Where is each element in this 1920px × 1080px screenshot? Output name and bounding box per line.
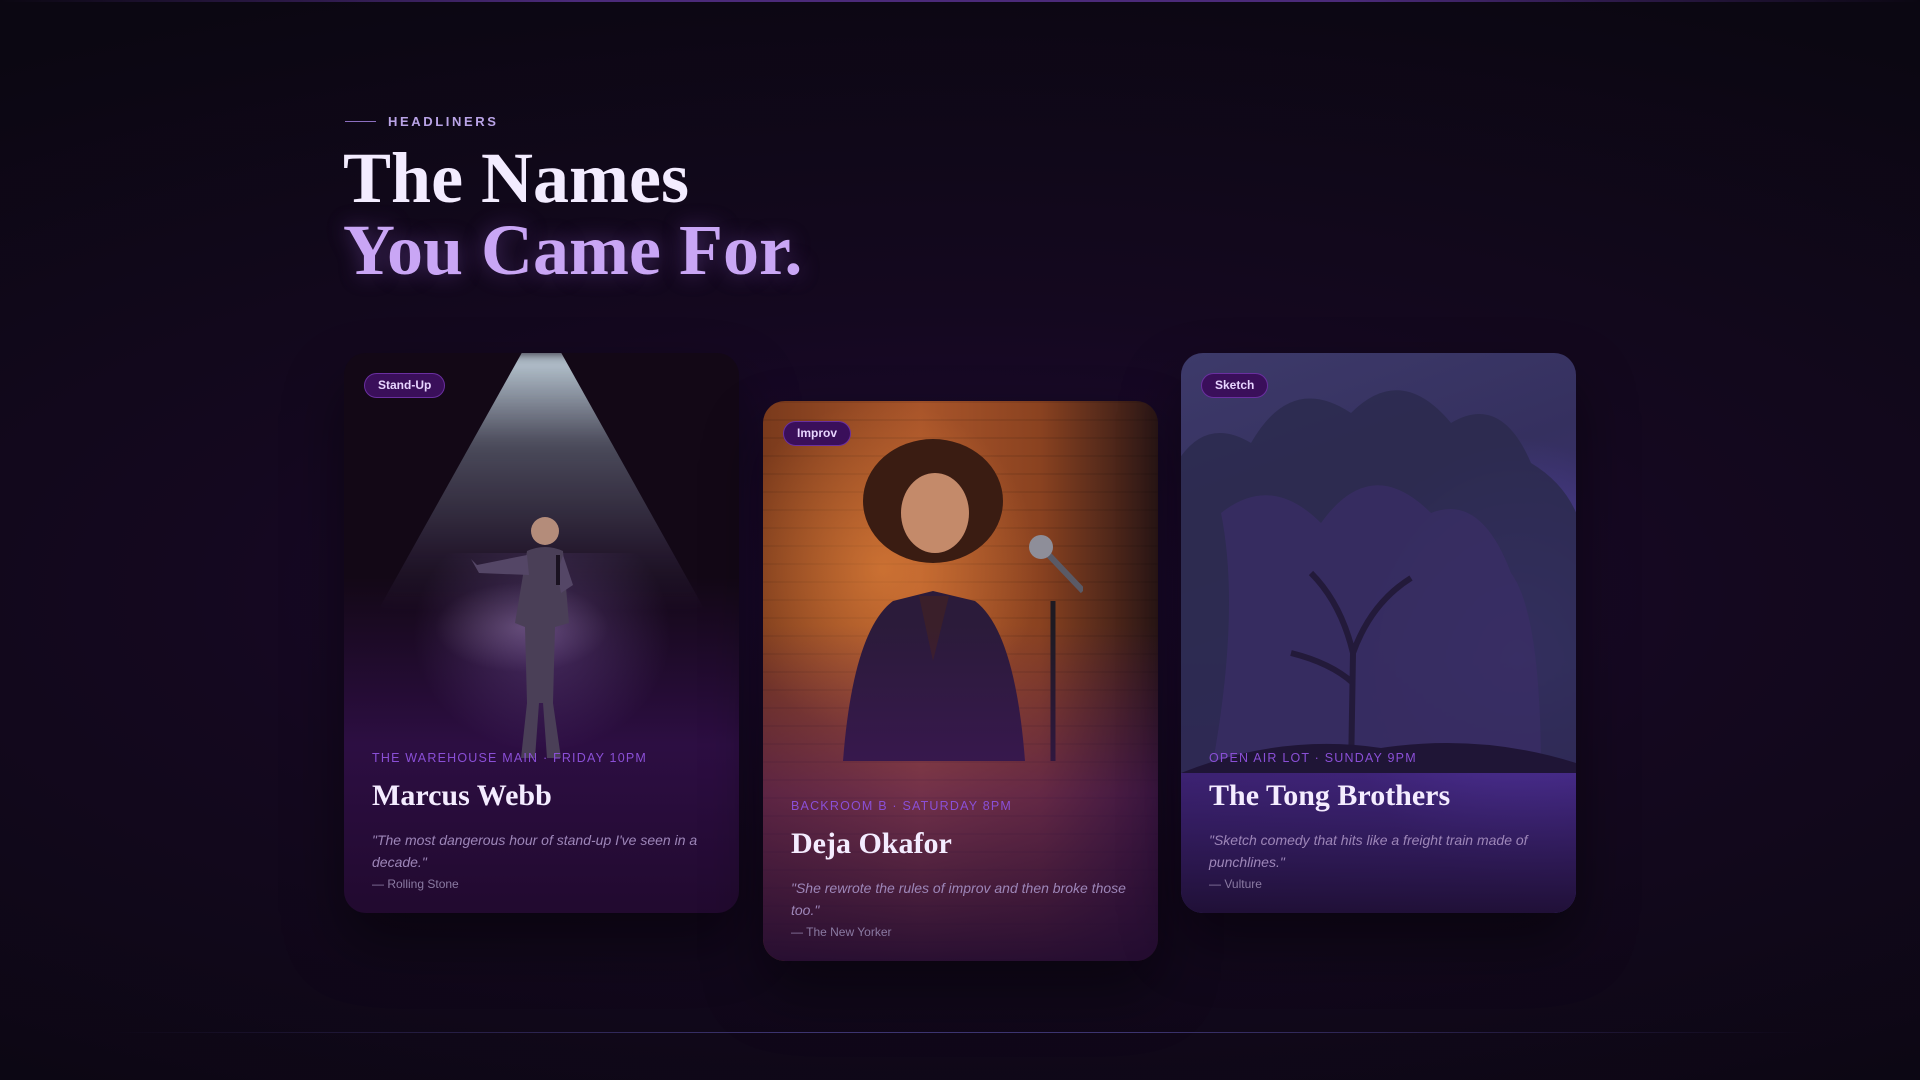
top-divider [0, 0, 1920, 2]
section-eyebrow: HEADLINERS [345, 114, 499, 129]
genre-badge: Stand-Up [364, 373, 446, 398]
performer-name: Deja Okafor [791, 827, 952, 860]
press-quote: "The most dangerous hour of stand-up I'v… [372, 832, 698, 870]
heading-line-2: You Came For. [343, 210, 803, 290]
comedian-silhouette [470, 517, 573, 758]
tree-silhouettes [1181, 390, 1576, 773]
genre-badge: Improv [783, 421, 852, 446]
venue-time: THE WAREHOUSE MAIN · FRIDAY 10PM [372, 751, 648, 765]
venue-time: BACKROOM B · SATURDAY 8PM [791, 799, 1013, 813]
performer-silhouette [843, 439, 1083, 761]
headliner-card-marcus-webb[interactable]: Stand-Up THE WAREHOUSE MAIN · FRIDAY 10P… [344, 353, 739, 913]
headliner-card-tong-brothers[interactable]: Sketch OPEN AIR LOT · SUNDAY 9PM The Ton… [1181, 353, 1576, 913]
performer-name: Marcus Webb [372, 779, 552, 812]
eyebrow-label: HEADLINERS [388, 114, 499, 129]
quote-source: — Vulture [1209, 877, 1262, 891]
quote-source: — Rolling Stone [372, 877, 459, 891]
quote-source: — The New Yorker [791, 925, 892, 939]
venue-time: OPEN AIR LOT · SUNDAY 9PM [1209, 751, 1417, 765]
performer-name: The Tong Brothers [1209, 779, 1451, 812]
card-body: BACKROOM B · SATURDAY 8PM Deja Okafor "S… [791, 799, 1132, 939]
heading-line-1: The Names [343, 138, 689, 218]
card-body: OPEN AIR LOT · SUNDAY 9PM The Tong Broth… [1209, 751, 1550, 891]
genre-badge: Sketch [1201, 373, 1269, 398]
bottom-divider [110, 1032, 1810, 1033]
headliner-card-deja-okafor[interactable]: Improv BACKROOM B · SATURDAY 8PM Deja Ok… [763, 401, 1158, 961]
card-body: THE WAREHOUSE MAIN · FRIDAY 10PM Marcus … [372, 751, 713, 891]
eyebrow-rule [345, 121, 376, 122]
press-quote: "She rewrote the rules of improv and the… [791, 880, 1126, 918]
section-heading: The Names You Came For. [343, 142, 802, 286]
press-quote: "Sketch comedy that hits like a freight … [1209, 832, 1528, 870]
